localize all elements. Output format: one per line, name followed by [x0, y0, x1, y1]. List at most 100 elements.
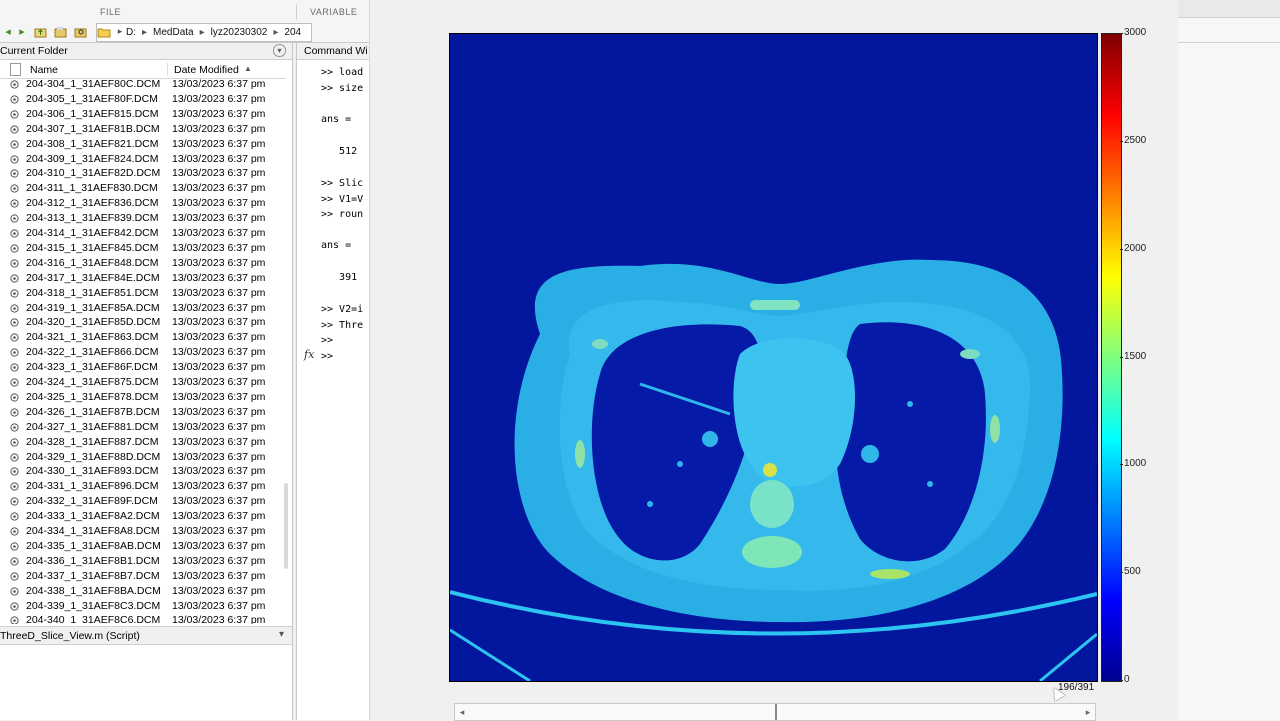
file-row[interactable]: 204-322_1_31AEF866.DCM 13/03/2023 6:37 pm: [0, 345, 286, 360]
file-row[interactable]: 204-311_1_31AEF830.DCM 13/03/2023 6:37 pm: [0, 181, 286, 196]
file-date-modified: 13/03/2023 6:37 pm: [172, 525, 266, 537]
dicom-file-icon: [10, 601, 19, 611]
file-row[interactable]: 204-338_1_31AEF8BA.DCM 13/03/2023 6:37 pm: [0, 584, 286, 599]
function-browser-icon[interactable]: fx: [304, 348, 314, 361]
selected-file-label: ThreeD_Slice_View.m (Script): [0, 630, 140, 642]
dicom-file-icon: [10, 348, 19, 357]
file-row[interactable]: 204-315_1_31AEF845.DCM 13/03/2023 6:37 pm: [0, 241, 286, 256]
file-row[interactable]: 204-313_1_31AEF839.DCM 13/03/2023 6:37 pm: [0, 211, 286, 226]
file-row[interactable]: 204-327_1_31AEF881.DCM 13/03/2023 6:37 pm: [0, 420, 286, 435]
file-row[interactable]: 204-324_1_31AEF875.DCM 13/03/2023 6:37 pm: [0, 375, 286, 390]
file-date-modified: 13/03/2023 6:37 pm: [172, 539, 266, 552]
file-row[interactable]: 204-308_1_31AEF821.DCM 13/03/2023 6:37 pm: [0, 137, 286, 152]
dicom-file-icon: [10, 169, 19, 178]
file-row[interactable]: 204-314_1_31AEF842.DCM 13/03/2023 6:37 pm: [0, 226, 286, 241]
colorbar-tick-mark: [1120, 140, 1123, 142]
colorbar: [1101, 33, 1122, 682]
slider-right-arrow-icon[interactable]: ▸: [1081, 704, 1095, 720]
file-date-modified: 13/03/2023 6:37 pm: [172, 182, 266, 195]
details-panel-header[interactable]: ThreeD_Slice_View.m (Script) ▾: [0, 626, 292, 645]
image-axes[interactable]: [449, 33, 1098, 682]
file-row[interactable]: 204-326_1_31AEF87B.DCM 13/03/2023 6:37 pm: [0, 405, 286, 420]
dicom-file-icon: [10, 437, 19, 447]
file-row[interactable]: 204-328_1_31AEF887.DCM 13/03/2023 6:37 pm: [0, 435, 286, 450]
file-row[interactable]: 204-329_1_31AEF88D.DCM 13/03/2023 6:37 pm: [0, 450, 286, 465]
file-row[interactable]: 204-307_1_31AEF81B.DCM 13/03/2023 6:37 pm: [0, 122, 286, 137]
file-row[interactable]: 204-312_1_31AEF836.DCM 13/03/2023 6:37 pm: [0, 196, 286, 211]
file-row[interactable]: 204-310_1_31AEF82D.DCM 13/03/2023 6:37 pm: [0, 166, 286, 181]
file-date-modified: 13/03/2023 6:37 pm: [172, 331, 266, 344]
file-date-modified: 13/03/2023 6:37 pm: [172, 197, 266, 210]
breadcrumb-item[interactable]: MedData: [153, 27, 194, 38]
dicom-file-icon: [10, 616, 19, 624]
file-list[interactable]: 204-304_1_31AEF80C.DCM 13/03/2023 6:37 pm…: [0, 79, 286, 624]
panel-actions-icon[interactable]: ▾: [273, 44, 286, 57]
colorbar-tick-mark: [1120, 248, 1123, 250]
dicom-file-icon: [10, 527, 19, 536]
command-line: >> V1=V: [321, 194, 364, 205]
forward-arrow-icon[interactable]: ▸: [14, 24, 30, 39]
file-row[interactable]: 204-304_1_31AEF80C.DCM 13/03/2023 6:37 pm: [0, 79, 286, 92]
file-row[interactable]: 204-320_1_31AEF85D.DCM 13/03/2023 6:37 pm: [0, 315, 286, 330]
file-name: 204-305_1_31AEF80F.DCM: [26, 92, 158, 105]
column-header-name[interactable]: Name: [30, 64, 58, 76]
file-name: 204-330_1_31AEF893.DCM: [26, 465, 159, 478]
file-row[interactable]: 204-325_1_31AEF878.DCM 13/03/2023 6:37 pm: [0, 390, 286, 405]
file-row[interactable]: 204-316_1_31AEF848.DCM 13/03/2023 6:37 pm: [0, 256, 286, 271]
colorbar-tick-label: 1000: [1124, 458, 1147, 470]
column-header-date-modified[interactable]: Date Modified: [174, 64, 239, 76]
search-folder-icon[interactable]: [72, 24, 88, 39]
dicom-file-icon: [10, 259, 19, 268]
file-row[interactable]: 204-318_1_31AEF851.DCM 13/03/2023 6:37 pm: [0, 286, 286, 301]
file-row[interactable]: 204-330_1_31AEF893.DCM 13/03/2023 6:37 pm: [0, 464, 286, 479]
breadcrumb-item[interactable]: lyz20230302: [211, 27, 268, 38]
file-date-modified: 13/03/2023 6:37 pm: [172, 405, 266, 418]
up-folder-icon[interactable]: [32, 24, 48, 39]
dicom-file-icon: [10, 512, 19, 521]
slice-slider[interactable]: ◂ ▸: [454, 703, 1096, 721]
file-row[interactable]: 204-321_1_31AEF863.DCM 13/03/2023 6:37 pm: [0, 330, 286, 345]
file-row[interactable]: 204-336_1_31AEF8B1.DCM 13/03/2023 6:37 pm: [0, 554, 286, 569]
column-divider[interactable]: [167, 63, 168, 76]
file-row[interactable]: 204-333_1_31AEF8A2.DCM 13/03/2023 6:37 pm: [0, 509, 286, 524]
desktop-background: [1178, 0, 1280, 720]
file-row[interactable]: 204-337_1_31AEF8B7.DCM 13/03/2023 6:37 pm: [0, 569, 286, 584]
file-name: 204-313_1_31AEF839.DCM: [26, 212, 159, 225]
slider-left-arrow-icon[interactable]: ◂: [455, 704, 469, 720]
file-date-modified: 13/03/2023 6:37 pm: [172, 569, 266, 582]
file-row[interactable]: 204-334_1_31AEF8A8.DCM 13/03/2023 6:37 pm: [0, 524, 286, 539]
file-row[interactable]: 204-319_1_31AEF85A.DCM 13/03/2023 6:37 pm: [0, 301, 286, 316]
file-date-modified: 13/03/2023 6:37 pm: [172, 420, 266, 433]
dicom-file-icon: [10, 572, 19, 581]
file-date-modified: 13/03/2023 6:37 pm: [172, 79, 266, 90]
chevron-right-icon: ▸: [199, 26, 205, 38]
vertical-scrollbar[interactable]: [284, 483, 288, 569]
dicom-file-icon: [10, 154, 19, 164]
file-name: 204-314_1_31AEF842.DCM: [26, 227, 159, 239]
file-row[interactable]: 204-335_1_31AEF8AB.DCM 13/03/2023 6:37 pm: [0, 539, 286, 554]
file-row[interactable]: 204-317_1_31AEF84E.DCM 13/03/2023 6:37 pm: [0, 271, 286, 286]
file-name: 204-309_1_31AEF824.DCM: [26, 152, 159, 165]
file-row[interactable]: 204-306_1_31AEF815.DCM 13/03/2023 6:37 pm: [0, 107, 286, 122]
dicom-file-icon: [10, 125, 19, 134]
chevron-down-icon[interactable]: ▾: [279, 629, 284, 640]
file-row[interactable]: 204-305_1_31AEF80F.DCM 13/03/2023 6:37 pm: [0, 92, 286, 107]
dicom-file-icon: [10, 288, 19, 298]
colorbar-tick-label: 2000: [1124, 242, 1147, 254]
file-name: 204-326_1_31AEF87B.DCM: [26, 405, 160, 418]
file-row[interactable]: 204-340_1_31AEF8C6.DCM 13/03/2023 6:37 pm: [0, 613, 286, 624]
file-date-modified: 13/03/2023 6:37 pm: [172, 167, 266, 180]
file-row[interactable]: 204-331_1_31AEF896.DCM 13/03/2023 6:37 pm: [0, 479, 286, 494]
file-date-modified: 13/03/2023 6:37 pm: [172, 286, 266, 299]
file-row[interactable]: 204-309_1_31AEF824.DCM 13/03/2023 6:37 pm: [0, 152, 286, 167]
file-row[interactable]: 204-332_1_31AEF89F.DCM 13/03/2023 6:37 pm: [0, 494, 286, 509]
file-row[interactable]: 204-339_1_31AEF8C3.DCM 13/03/2023 6:37 pm: [0, 599, 286, 614]
breadcrumb-item[interactable]: D:: [126, 27, 136, 38]
file-date-modified: 13/03/2023 6:37 pm: [172, 376, 266, 388]
breadcrumb-item[interactable]: 204: [284, 27, 301, 38]
file-row[interactable]: 204-323_1_31AEF86F.DCM 13/03/2023 6:37 pm: [0, 360, 286, 375]
slider-thumb[interactable]: [774, 704, 777, 720]
file-date-modified: 13/03/2023 6:37 pm: [172, 241, 266, 254]
dicom-file-icon: [10, 378, 19, 387]
browse-folder-icon[interactable]: [52, 24, 68, 39]
